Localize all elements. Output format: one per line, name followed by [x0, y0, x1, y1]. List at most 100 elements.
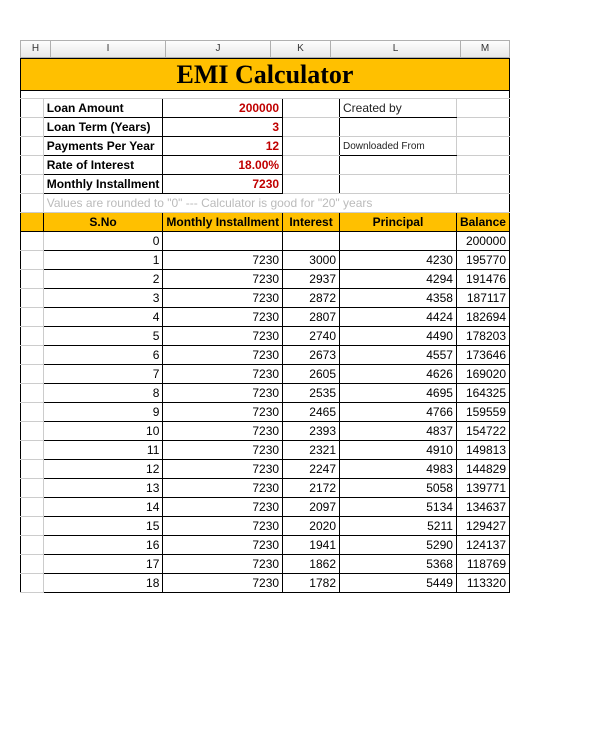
installment-cell[interactable]: 7230: [163, 460, 283, 479]
loan-term-value[interactable]: 3: [163, 118, 283, 137]
table-row[interactable]: 6723026734557173646: [21, 346, 510, 365]
cell[interactable]: [21, 498, 44, 517]
principal-cell[interactable]: [340, 232, 457, 251]
cell[interactable]: [340, 156, 457, 175]
cell[interactable]: [21, 346, 44, 365]
cell[interactable]: [456, 118, 509, 137]
cell[interactable]: [21, 327, 44, 346]
principal-cell[interactable]: 5058: [340, 479, 457, 498]
balance-cell[interactable]: 139771: [456, 479, 509, 498]
interest-cell[interactable]: 2247: [283, 460, 340, 479]
installment-cell[interactable]: 7230: [163, 422, 283, 441]
cell[interactable]: [340, 175, 457, 194]
cell[interactable]: [21, 156, 44, 175]
installment-cell[interactable]: 7230: [163, 270, 283, 289]
sno-cell[interactable]: 15: [43, 517, 163, 536]
principal-cell[interactable]: 4230: [340, 251, 457, 270]
cell[interactable]: [21, 175, 44, 194]
balance-cell[interactable]: 113320: [456, 574, 509, 593]
sno-cell[interactable]: 4: [43, 308, 163, 327]
principal-cell[interactable]: 4910: [340, 441, 457, 460]
principal-cell[interactable]: 4358: [340, 289, 457, 308]
principal-cell[interactable]: 5134: [340, 498, 457, 517]
balance-cell[interactable]: 134637: [456, 498, 509, 517]
cell[interactable]: [21, 479, 44, 498]
table-row[interactable]: 0200000: [21, 232, 510, 251]
balance-cell[interactable]: 154722: [456, 422, 509, 441]
cell[interactable]: [21, 365, 44, 384]
cell[interactable]: [21, 289, 44, 308]
cell[interactable]: [21, 137, 44, 156]
sno-cell[interactable]: 10: [43, 422, 163, 441]
monthly-installment-value[interactable]: 7230: [163, 175, 283, 194]
cell[interactable]: [456, 137, 509, 156]
installment-cell[interactable]: 7230: [163, 308, 283, 327]
cell[interactable]: [21, 555, 44, 574]
interest-cell[interactable]: 2321: [283, 441, 340, 460]
principal-cell[interactable]: 5211: [340, 517, 457, 536]
col-header-L[interactable]: L: [330, 40, 460, 58]
principal-cell[interactable]: 4983: [340, 460, 457, 479]
balance-cell[interactable]: 200000: [456, 232, 509, 251]
cell[interactable]: [21, 536, 44, 555]
cell[interactable]: [283, 156, 340, 175]
table-row[interactable]: 10723023934837154722: [21, 422, 510, 441]
sno-cell[interactable]: 14: [43, 498, 163, 517]
cell[interactable]: [21, 422, 44, 441]
interest-cell[interactable]: 2605: [283, 365, 340, 384]
spreadsheet[interactable]: H I J K L M EMI Calculator Loan Amount 2…: [20, 40, 580, 593]
cell[interactable]: [283, 175, 340, 194]
cell[interactable]: [21, 194, 44, 213]
cell[interactable]: [21, 232, 44, 251]
cell[interactable]: [283, 118, 340, 137]
loan-amount-value[interactable]: 200000: [163, 99, 283, 118]
cell[interactable]: [21, 574, 44, 593]
interest-cell[interactable]: 2740: [283, 327, 340, 346]
sno-cell[interactable]: 9: [43, 403, 163, 422]
sno-cell[interactable]: 16: [43, 536, 163, 555]
principal-cell[interactable]: 4294: [340, 270, 457, 289]
sno-cell[interactable]: 13: [43, 479, 163, 498]
interest-cell[interactable]: [283, 232, 340, 251]
balance-cell[interactable]: 182694: [456, 308, 509, 327]
interest-cell[interactable]: 1941: [283, 536, 340, 555]
installment-cell[interactable]: 7230: [163, 289, 283, 308]
table-row[interactable]: 16723019415290124137: [21, 536, 510, 555]
installment-cell[interactable]: 7230: [163, 441, 283, 460]
sno-cell[interactable]: 18: [43, 574, 163, 593]
principal-cell[interactable]: 5449: [340, 574, 457, 593]
interest-cell[interactable]: 2535: [283, 384, 340, 403]
table-row[interactable]: 17723018625368118769: [21, 555, 510, 574]
installment-cell[interactable]: 7230: [163, 555, 283, 574]
cell[interactable]: [21, 403, 44, 422]
balance-cell[interactable]: 164325: [456, 384, 509, 403]
balance-cell[interactable]: 173646: [456, 346, 509, 365]
sno-cell[interactable]: 2: [43, 270, 163, 289]
installment-cell[interactable]: 7230: [163, 327, 283, 346]
installment-cell[interactable]: 7230: [163, 365, 283, 384]
table-row[interactable]: 11723023214910149813: [21, 441, 510, 460]
sno-cell[interactable]: 1: [43, 251, 163, 270]
sno-cell[interactable]: 17: [43, 555, 163, 574]
sno-cell[interactable]: 6: [43, 346, 163, 365]
table-row[interactable]: 7723026054626169020: [21, 365, 510, 384]
cell[interactable]: [456, 156, 509, 175]
balance-cell[interactable]: 187117: [456, 289, 509, 308]
cell[interactable]: [283, 99, 340, 118]
principal-cell[interactable]: 4490: [340, 327, 457, 346]
table-row[interactable]: 14723020975134134637: [21, 498, 510, 517]
cell[interactable]: [21, 308, 44, 327]
table-row[interactable]: 9723024654766159559: [21, 403, 510, 422]
table-row[interactable]: 8723025354695164325: [21, 384, 510, 403]
interest-cell[interactable]: 2393: [283, 422, 340, 441]
table-row[interactable]: 12723022474983144829: [21, 460, 510, 479]
cell[interactable]: [21, 251, 44, 270]
interest-cell[interactable]: 2937: [283, 270, 340, 289]
sno-cell[interactable]: 8: [43, 384, 163, 403]
balance-cell[interactable]: 124137: [456, 536, 509, 555]
interest-cell[interactable]: 1862: [283, 555, 340, 574]
cell[interactable]: [21, 118, 44, 137]
installment-cell[interactable]: 7230: [163, 479, 283, 498]
installment-cell[interactable]: 7230: [163, 346, 283, 365]
table-row[interactable]: 13723021725058139771: [21, 479, 510, 498]
